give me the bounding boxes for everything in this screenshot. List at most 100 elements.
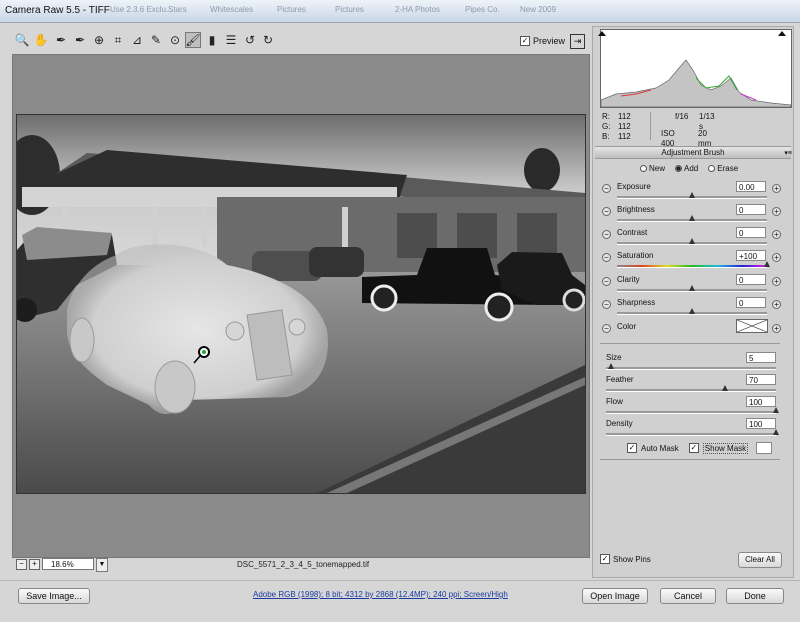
mode-erase[interactable]: Erase — [708, 164, 738, 173]
open-image-button[interactable]: Open Image — [582, 588, 648, 604]
size-slider-thumb[interactable] — [608, 363, 615, 369]
clarity-minus-button[interactable]: − — [602, 277, 611, 286]
clarity-label: Clarity — [617, 275, 640, 284]
saturation-slider[interactable] — [617, 265, 767, 268]
show-pins-checkbox[interactable]: ✓ — [600, 554, 610, 564]
done-button[interactable]: Done — [726, 588, 784, 604]
density-value-field[interactable]: 100 — [746, 418, 776, 429]
mode-erase-label: Erase — [717, 164, 739, 173]
clarity-value-field[interactable]: 0 — [736, 274, 766, 285]
red-eye-tool-icon[interactable]: ⊙ — [167, 32, 183, 48]
clarity-slider-thumb[interactable] — [689, 285, 695, 291]
auto-mask-checkbox[interactable]: ✓ — [627, 443, 637, 453]
flow-slider[interactable] — [606, 411, 776, 414]
fullscreen-icon[interactable]: ⇥ — [570, 34, 585, 49]
contrast-label: Contrast — [617, 228, 648, 237]
density-slider[interactable] — [606, 433, 776, 436]
saturation-minus-button[interactable]: − — [602, 253, 611, 262]
clear-all-button[interactable]: Clear All — [738, 552, 782, 568]
save-image-button[interactable]: Save Image... — [18, 588, 90, 604]
feather-slider-thumb[interactable] — [722, 385, 728, 391]
straighten-tool-icon[interactable]: ⊿ — [129, 32, 145, 48]
feather-value-field[interactable]: 70 — [746, 374, 776, 385]
graduated-filter-tool-icon[interactable]: ▮ — [204, 32, 220, 48]
color-sampler-tool-icon[interactable]: ✒ — [72, 32, 88, 48]
mask-color-swatch[interactable] — [756, 442, 773, 454]
show-mask-checkbox[interactable]: ✓ — [688, 443, 699, 453]
panel-divider — [600, 459, 780, 460]
zoom-dropdown-icon[interactable]: ▼ — [96, 558, 108, 572]
taskbar-ghost-item: Stars — [168, 5, 187, 14]
brightness-plus-button[interactable]: + — [772, 207, 781, 216]
mode-add-label: Add — [684, 164, 699, 173]
highlight-clipping-icon[interactable] — [778, 31, 786, 36]
show-pins-toggle[interactable]: ✓ Show Pins — [600, 554, 651, 564]
shadow-clipping-icon[interactable] — [598, 31, 606, 36]
sharpness-plus-button[interactable]: + — [772, 300, 781, 309]
feather-slider[interactable] — [606, 389, 776, 392]
mode-new[interactable]: New — [640, 164, 665, 173]
panel-title: Adjustment Brush — [595, 146, 791, 159]
window-title: Camera Raw 5.5 - TIFF — [5, 5, 110, 16]
flow-slider-thumb[interactable] — [773, 407, 779, 413]
crop-tool-icon[interactable]: ⌗ — [110, 32, 126, 48]
target-adjustment-tool-icon[interactable]: ⊕ — [91, 32, 107, 48]
brightness-slider-thumb[interactable] — [689, 215, 695, 221]
mode-add[interactable]: Add — [675, 164, 698, 173]
white-balance-tool-icon[interactable]: ✒ — [53, 32, 69, 48]
aperture-value: f/16 — [675, 112, 689, 121]
adjustment-brush-tool-icon[interactable]: 🖌 — [185, 32, 201, 48]
car-wheel — [562, 288, 585, 312]
zoom-out-button[interactable]: − — [16, 559, 27, 570]
contrast-minus-button[interactable]: − — [602, 230, 611, 239]
zoom-tool-icon[interactable]: 🔍 — [14, 32, 30, 48]
saturation-slider-thumb[interactable] — [764, 261, 770, 267]
clarity-plus-button[interactable]: + — [772, 277, 781, 286]
sharpness-slider-thumb[interactable] — [689, 308, 695, 314]
color-minus-button[interactable]: − — [602, 324, 611, 333]
tool-bar: 🔍 ✋ ✒ ✒ ⊕ ⌗ ⊿ ✎ ⊙ 🖌 ▮ ☰ ↺ ↻ — [12, 30, 588, 52]
exposure-plus-button[interactable]: + — [772, 184, 781, 193]
cancel-button[interactable]: Cancel — [660, 588, 716, 604]
contrast-slider-thumb[interactable] — [689, 238, 695, 244]
flow-value-field[interactable]: 100 — [746, 396, 776, 407]
vintage-car-headlight — [288, 318, 306, 336]
taskbar-ghost-item: Pipes Co. — [465, 5, 500, 14]
sharpness-value-field[interactable]: 0 — [736, 297, 766, 308]
contrast-plus-button[interactable]: + — [772, 230, 781, 239]
spot-removal-tool-icon[interactable]: ✎ — [148, 32, 164, 48]
photo-preview[interactable] — [16, 114, 586, 494]
saturation-value-field[interactable]: +100 — [736, 250, 766, 261]
saturation-control: − Saturation +100 + — [600, 250, 790, 273]
exposure-control: − Exposure 0.00 + — [600, 181, 790, 204]
adjustment-pin-dot — [202, 350, 206, 354]
preview-label: Preview — [533, 36, 566, 46]
mode-add-radio[interactable] — [675, 165, 683, 172]
preview-toggle[interactable]: ✓ Preview — [520, 36, 565, 46]
contrast-value-field[interactable]: 0 — [736, 227, 766, 238]
workflow-options-link[interactable]: Adobe RGB (1998); 8 bit; 4312 by 2868 (1… — [253, 590, 508, 599]
mode-erase-radio[interactable] — [708, 165, 716, 172]
exposure-minus-button[interactable]: − — [602, 184, 611, 193]
hand-tool-icon[interactable]: ✋ — [33, 32, 49, 48]
brightness-minus-button[interactable]: − — [602, 207, 611, 216]
zoom-in-button[interactable]: + — [29, 559, 40, 570]
exposure-slider-thumb[interactable] — [689, 192, 695, 198]
size-slider[interactable] — [606, 367, 776, 370]
brightness-value-field[interactable]: 0 — [736, 204, 766, 215]
vintage-car-wheel — [69, 317, 95, 363]
mode-new-radio[interactable] — [640, 165, 647, 172]
preview-checkbox[interactable]: ✓ — [520, 36, 530, 46]
size-value-field[interactable]: 5 — [746, 352, 776, 363]
rotate-ccw-icon[interactable]: ↺ — [242, 32, 258, 48]
exposure-value-field[interactable]: 0.00 — [736, 181, 766, 192]
zoom-level-field[interactable]: 18.6% — [42, 558, 94, 570]
color-swatch[interactable] — [736, 319, 768, 333]
sharpness-minus-button[interactable]: − — [602, 300, 611, 309]
rotate-cw-icon[interactable]: ↻ — [260, 32, 276, 48]
color-plus-button[interactable]: + — [772, 324, 781, 333]
density-slider-thumb[interactable] — [773, 429, 779, 435]
saturation-plus-button[interactable]: + — [772, 253, 781, 262]
panel-menu-icon[interactable]: ▾≡ — [784, 149, 792, 157]
preferences-icon[interactable]: ☰ — [223, 32, 239, 48]
